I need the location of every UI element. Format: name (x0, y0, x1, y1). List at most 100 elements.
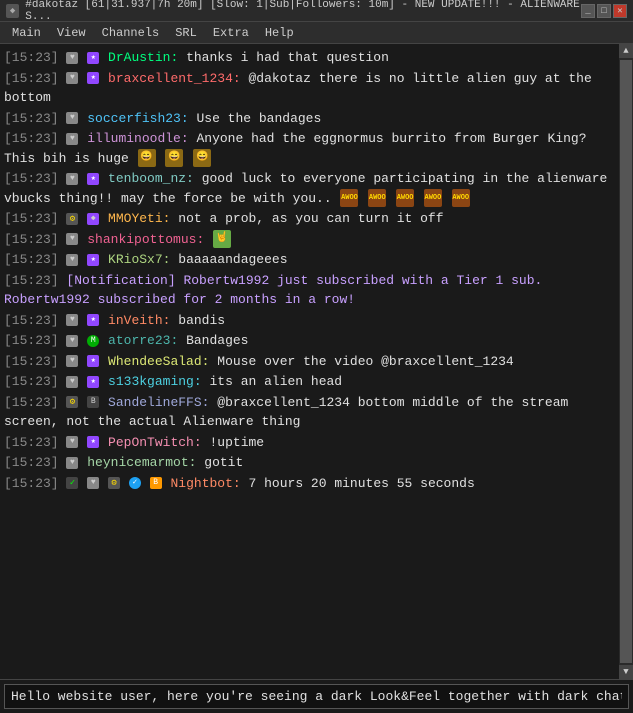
scroll-up-button[interactable]: ▲ (619, 44, 633, 58)
username: MMOYeti: (108, 211, 170, 226)
list-item: [15:23] ♥ ★ s133kgaming: its an alien he… (4, 372, 615, 392)
list-item: [15:23] ♥ ★ DrAustin: thanks i had that … (4, 48, 615, 68)
notification-text: [Notification] Robertw1992 just subscrib… (4, 273, 542, 308)
timestamp: [15:23] (4, 313, 59, 328)
badge-mod-icon: M (87, 335, 99, 347)
timestamp: [15:23] (4, 71, 59, 86)
timestamp: [15:23] (4, 111, 59, 126)
emote-awoo4-icon: AWOO (424, 189, 442, 207)
badge-heart-icon: ♥ (66, 355, 78, 367)
emote-wave-icon: 🤘 (213, 230, 231, 248)
badge-heart-icon: ♥ (66, 376, 78, 388)
chat-input[interactable] (4, 684, 629, 709)
timestamp: [15:23] (4, 131, 59, 146)
titlebar: ◆ #dakotaz [61|31.937|7h 20m] [Slow: 1|S… (0, 0, 633, 22)
list-item: [15:23] ♥ ★ braxcellent_1234: @dakotaz t… (4, 69, 615, 108)
username: DrAustin: (108, 50, 178, 65)
chat-text: !uptime (209, 435, 264, 450)
menu-extra[interactable]: Extra (205, 24, 257, 42)
timestamp: [15:23] (4, 171, 59, 186)
badge-sub-icon: ★ (87, 254, 99, 266)
username: inVeith: (108, 313, 170, 328)
emote-awoo5-icon: AWOO (452, 189, 470, 207)
list-item: [15:23] ♥ shankipottomus: 🤘 (4, 230, 615, 250)
scroll-thumb[interactable] (620, 60, 632, 663)
badge-heart-icon: ♥ (66, 173, 78, 185)
username: soccerfish23: (87, 111, 188, 126)
timestamp: [15:23] (4, 476, 59, 491)
emote-face1-icon: 😄 (138, 149, 156, 167)
chat-text: Bandages (186, 333, 248, 348)
badge-heart-icon: ♥ (66, 335, 78, 347)
app-icon: ◆ (6, 4, 19, 18)
scroll-down-button[interactable]: ▼ (619, 665, 633, 679)
minimize-button[interactable]: _ (581, 4, 595, 18)
scrollbar[interactable]: ▲ ▼ (619, 44, 633, 679)
username: PepOnTwitch: (108, 435, 202, 450)
username: illuminoodle: (87, 131, 188, 146)
badge-sub-icon: ★ (87, 376, 99, 388)
titlebar-left: ◆ #dakotaz [61|31.937|7h 20m] [Slow: 1|S… (6, 0, 581, 23)
badge-sub-icon: ★ (87, 436, 99, 448)
badge-heart-icon: ♥ (66, 436, 78, 448)
badge-heart-icon: ♥ (66, 457, 78, 469)
username: KRioSx7: (108, 252, 170, 267)
chat-text: Use the bandages (196, 111, 321, 126)
badge-bits-icon: B (150, 477, 162, 489)
menu-help[interactable]: Help (257, 24, 302, 42)
list-item: [15:23] ♥ illuminoodle: Anyone had the e… (4, 129, 615, 168)
chat-container: [15:23] ♥ ★ DrAustin: thanks i had that … (0, 44, 633, 679)
badge-heart-icon: ♥ (66, 112, 78, 124)
username: SandelineFFS: (108, 395, 209, 410)
list-item: [15:23] ♥ ★ WhendeeSalad: Mouse over the… (4, 352, 615, 372)
timestamp: [15:23] (4, 232, 59, 247)
username: atorre23: (108, 333, 178, 348)
menu-srl[interactable]: SRL (167, 24, 205, 42)
badge-verified-icon: ✓ (129, 477, 141, 489)
timestamp: [15:23] (4, 354, 59, 369)
badge-sub-icon: ★ (87, 314, 99, 326)
list-item: [15:23] ✓ ♥ ⚙ ✓ B Nightbot: 7 hours 20 m… (4, 474, 615, 494)
list-item: [15:23] ⚙ B SandelineFFS: @braxcellent_1… (4, 393, 615, 432)
badge-heart-icon: ♥ (66, 133, 78, 145)
chat-messages[interactable]: [15:23] ♥ ★ DrAustin: thanks i had that … (0, 44, 619, 679)
badge-heart2-icon: ♥ (87, 477, 99, 489)
list-item: [15:23] ♥ heynicemarmot: gotit (4, 453, 615, 473)
username: s133kgaming: (108, 374, 202, 389)
timestamp: [15:23] (4, 374, 59, 389)
emote-awoo1-icon: AWOO (340, 189, 358, 207)
chat-text: baaaaandageees (178, 252, 287, 267)
badge-heart-icon: ♥ (66, 72, 78, 84)
chat-text: thanks i had that question (186, 50, 389, 65)
timestamp: [15:23] (4, 50, 59, 65)
badge-star-icon: ⚙ (66, 213, 78, 225)
list-item: [15:23] ♥ ★ KRioSx7: baaaaandageees (4, 250, 615, 270)
menu-view[interactable]: View (49, 24, 94, 42)
timestamp: [15:23] (4, 211, 59, 226)
badge-star2-icon: ⚙ (108, 477, 120, 489)
timestamp: [15:23] (4, 435, 59, 450)
list-item: [15:23] ⚙ ◆ MMOYeti: not a prob, as you … (4, 209, 615, 229)
username: tenboom_nz: (108, 171, 194, 186)
badge-heart-icon: ♥ (66, 52, 78, 64)
timestamp: [15:23] (4, 395, 59, 410)
timestamp: [15:23] (4, 273, 59, 288)
timestamp: [15:23] (4, 455, 59, 470)
badge-sub-icon: ★ (87, 355, 99, 367)
username: braxcellent_1234: (108, 71, 241, 86)
titlebar-title: #dakotaz [61|31.937|7h 20m] [Slow: 1|Sub… (25, 0, 581, 23)
list-item: [15:23] ♥ ★ PepOnTwitch: !uptime (4, 433, 615, 453)
list-item: [15:23] ♥ ★ tenboom_nz: good luck to eve… (4, 169, 615, 208)
chat-text: Mouse over the video @braxcellent_1234 (217, 354, 513, 369)
chat-text: 7 hours 20 minutes 55 seconds (249, 476, 475, 491)
timestamp: [15:23] (4, 252, 59, 267)
menu-main[interactable]: Main (4, 24, 49, 42)
badge-diamond-icon: ◆ (87, 213, 99, 225)
maximize-button[interactable]: □ (597, 4, 611, 18)
close-button[interactable]: ✕ (613, 4, 627, 18)
menu-channels[interactable]: Channels (94, 24, 168, 42)
chat-text: its an alien head (209, 374, 342, 389)
titlebar-controls[interactable]: _ □ ✕ (581, 4, 627, 18)
badge-sub-icon: ★ (87, 52, 99, 64)
username: heynicemarmot: (87, 455, 196, 470)
